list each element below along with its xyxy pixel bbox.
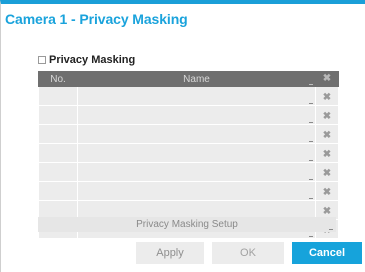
delete-all-button[interactable]: ✖ (315, 71, 339, 87)
ok-button[interactable]: OK (212, 242, 284, 264)
close-icon: ✖ (322, 111, 332, 122)
row-name-cell[interactable] (77, 181, 316, 201)
resize-handle-icon (309, 160, 313, 161)
privacy-masking-toggle[interactable]: Privacy Masking (38, 54, 135, 66)
resize-handle-icon (309, 179, 313, 180)
row-name-cell[interactable] (77, 162, 316, 182)
close-icon: ✖ (322, 130, 332, 141)
privacy-masking-checkbox[interactable] (38, 56, 46, 64)
close-icon: ✖ (322, 168, 332, 179)
table-row[interactable]: ✖ (38, 124, 339, 144)
row-number-cell (38, 124, 78, 144)
resize-handle-icon (309, 236, 313, 237)
resize-handle-icon (309, 122, 313, 123)
delete-row-button[interactable]: ✖ (315, 124, 339, 144)
apply-button[interactable]: Apply (136, 242, 204, 264)
column-header-name-label: Name (183, 73, 210, 85)
resize-handle-icon (309, 141, 313, 142)
table-row[interactable]: ✖ (38, 181, 339, 201)
resize-handle-icon (309, 103, 313, 104)
table-header-row: No. Name ✖ (38, 71, 339, 87)
column-header-no: No. (38, 71, 78, 87)
close-icon: ✖ (322, 92, 332, 103)
row-number-cell (38, 86, 78, 106)
resize-handle-icon (309, 84, 313, 85)
table-row[interactable]: ✖ (38, 86, 339, 106)
close-icon: ✖ (322, 149, 332, 160)
privacy-mask-table: No. Name ✖ ✖ ✖ ✖ ✖ ✖ ✖ ✖ ✖ (38, 71, 339, 239)
resize-handle-icon (329, 229, 333, 230)
column-header-name: Name (77, 71, 316, 87)
setup-button-label: Privacy Masking Setup (136, 219, 238, 230)
delete-row-button[interactable]: ✖ (315, 162, 339, 182)
resize-handle-icon (309, 198, 313, 199)
row-number-cell (38, 143, 78, 163)
close-icon: ✖ (322, 187, 332, 198)
row-name-cell[interactable] (77, 143, 316, 163)
row-number-cell (38, 181, 78, 201)
privacy-masking-label: Privacy Masking (49, 54, 136, 66)
table-row[interactable]: ✖ (38, 143, 339, 163)
delete-row-button[interactable]: ✖ (315, 143, 339, 163)
row-name-cell[interactable] (77, 124, 316, 144)
row-name-cell[interactable] (77, 105, 316, 125)
close-icon: ✖ (322, 206, 332, 217)
row-number-cell (38, 162, 78, 182)
delete-row-button[interactable]: ✖ (315, 86, 339, 106)
privacy-masking-setup-button[interactable]: Privacy Masking Setup (38, 217, 336, 232)
row-number-cell (38, 105, 78, 125)
privacy-masking-dialog: Camera 1 - Privacy Masking Privacy Maski… (0, 0, 365, 272)
table-row[interactable]: ✖ (38, 162, 339, 182)
table-row[interactable]: ✖ (38, 105, 339, 125)
close-icon: ✖ (322, 73, 332, 84)
delete-row-button[interactable]: ✖ (315, 181, 339, 201)
cancel-button[interactable]: Cancel (292, 242, 362, 264)
dialog-title: Camera 1 - Privacy Masking (5, 11, 188, 27)
delete-row-button[interactable]: ✖ (315, 105, 339, 125)
row-name-cell[interactable] (77, 86, 316, 106)
